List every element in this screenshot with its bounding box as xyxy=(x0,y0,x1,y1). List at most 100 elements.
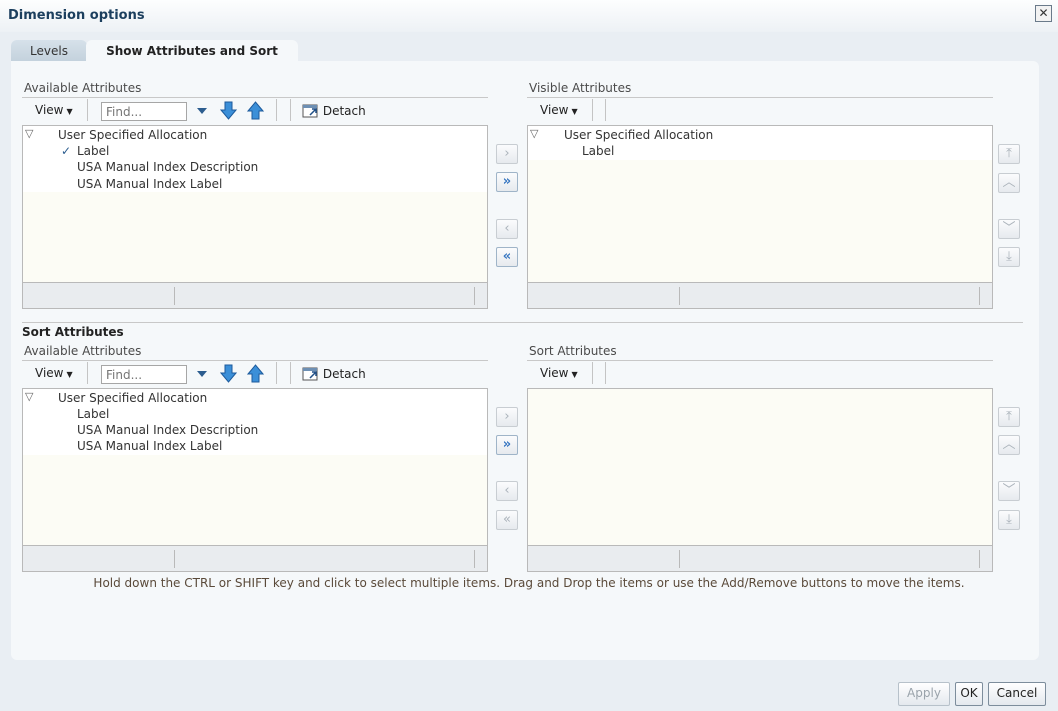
caret-down-icon: ▼ xyxy=(571,370,578,379)
list-item[interactable]: User Specified Allocation xyxy=(58,391,207,405)
list-item[interactable]: USA Manual Index Description xyxy=(77,423,258,437)
remove-selected-button[interactable]: ‹ xyxy=(496,219,518,239)
find-dropdown-icon[interactable] xyxy=(195,369,209,379)
list-item[interactable]: USA Manual Index Label xyxy=(77,439,222,453)
instruction-hint: Hold down the CTRL or SHIFT key and clic… xyxy=(93,576,965,590)
close-icon: ✕ xyxy=(1038,6,1049,20)
divider xyxy=(527,360,993,361)
move-up-arrow-icon[interactable] xyxy=(247,101,264,120)
view-label: View xyxy=(540,366,569,380)
visible-attributes-list[interactable]: ▽ User Specified Allocation Label xyxy=(527,125,993,283)
view-label: View xyxy=(35,103,64,117)
view-menu-button[interactable]: View ▼ xyxy=(540,103,578,117)
view-label: View xyxy=(35,366,64,380)
detach-label: Detach xyxy=(322,367,366,381)
status-divider xyxy=(979,550,980,568)
tab-show-attributes-and-sort[interactable]: Show Attributes and Sort xyxy=(86,40,298,62)
toolbar-separator xyxy=(276,99,277,121)
caret-down-icon: ▼ xyxy=(66,107,73,116)
expand-toggle-icon[interactable]: ▽ xyxy=(25,390,33,403)
tab-levels[interactable]: Levels xyxy=(11,40,87,62)
list-item[interactable]: Label xyxy=(77,407,109,421)
move-to-top-button[interactable]: ⤒ xyxy=(998,144,1020,164)
section-divider xyxy=(22,322,1023,323)
divider xyxy=(22,360,488,361)
view-menu-button[interactable]: View ▼ xyxy=(35,366,73,380)
move-all-button[interactable]: » xyxy=(496,172,518,192)
move-bottom-icon: ⤓ xyxy=(1006,512,1012,527)
detach-icon xyxy=(302,367,318,381)
remove-all-button[interactable]: « xyxy=(496,247,518,267)
move-to-top-button[interactable]: ⤒ xyxy=(998,407,1020,427)
move-to-bottom-button[interactable]: ⤓ xyxy=(998,247,1020,267)
move-all-button[interactable]: » xyxy=(496,435,518,455)
detach-icon xyxy=(302,104,318,118)
list-item[interactable]: USA Manual Index Description xyxy=(77,160,258,174)
expand-toggle-icon[interactable]: ▽ xyxy=(25,127,33,140)
list-status-bar xyxy=(22,546,488,572)
move-down-button[interactable]: ﹀ xyxy=(998,219,1020,239)
toolbar-separator xyxy=(276,362,277,384)
list-item[interactable]: User Specified Allocation xyxy=(564,128,713,142)
cancel-button[interactable]: Cancel xyxy=(988,682,1046,706)
toolbar-separator xyxy=(592,99,593,121)
close-button[interactable]: ✕ xyxy=(1035,5,1052,22)
move-down-arrow-icon[interactable] xyxy=(220,101,237,120)
toolbar-separator xyxy=(87,99,88,121)
status-divider xyxy=(174,550,175,568)
remove-selected-button[interactable]: ‹ xyxy=(496,481,518,501)
move-up-button[interactable]: ︿ xyxy=(998,173,1020,193)
available-attributes-list[interactable]: ▽ User Specified Allocation ✓ Label USA … xyxy=(22,125,488,283)
list-item[interactable]: USA Manual Index Label xyxy=(77,177,222,191)
apply-button[interactable]: Apply xyxy=(898,682,950,706)
list-item[interactable]: Label xyxy=(77,144,109,158)
list-status-bar xyxy=(22,283,488,309)
ok-button[interactable]: OK xyxy=(955,682,983,706)
chevron-up-icon: ︿ xyxy=(1002,437,1016,452)
toolbar-separator xyxy=(605,362,606,384)
check-icon: ✓ xyxy=(61,144,72,158)
dialog-titlebar: Dimension options ✕ xyxy=(0,0,1058,32)
detach-button[interactable]: Detach xyxy=(302,365,366,381)
list-status-bar xyxy=(527,283,993,309)
move-up-arrow-icon[interactable] xyxy=(247,364,264,383)
toolbar-separator xyxy=(87,362,88,384)
status-divider xyxy=(474,287,475,305)
sort-available-attributes-list[interactable]: ▽ User Specified Allocation Label USA Ma… xyxy=(22,388,488,546)
chevron-down-icon: ﹀ xyxy=(1002,221,1016,236)
find-dropdown-icon[interactable] xyxy=(195,106,209,116)
expand-toggle-icon[interactable]: ▽ xyxy=(530,127,538,140)
view-menu-button[interactable]: View ▼ xyxy=(540,366,578,380)
available-attributes-label: Available Attributes xyxy=(24,81,142,95)
find-input[interactable] xyxy=(101,365,187,384)
find-input[interactable] xyxy=(101,102,187,121)
list-item[interactable]: User Specified Allocation xyxy=(58,128,207,142)
remove-all-button[interactable]: « xyxy=(496,510,518,530)
chevron-left-icon: ‹ xyxy=(504,483,510,498)
divider xyxy=(22,97,488,98)
move-to-bottom-button[interactable]: ⤓ xyxy=(998,510,1020,530)
list-item[interactable]: Label xyxy=(582,144,614,158)
toolbar-separator xyxy=(605,99,606,121)
toolbar-separator xyxy=(290,362,291,384)
sort-attributes-list[interactable] xyxy=(527,388,993,546)
chevron-left-icon: ‹ xyxy=(504,221,510,236)
visible-attributes-label: Visible Attributes xyxy=(529,81,632,95)
move-selected-button[interactable]: › xyxy=(496,144,518,164)
detach-button[interactable]: Detach xyxy=(302,102,366,118)
view-menu-button[interactable]: View ▼ xyxy=(35,103,73,117)
move-selected-button[interactable]: › xyxy=(496,407,518,427)
move-up-button[interactable]: ︿ xyxy=(998,435,1020,455)
list-status-bar xyxy=(527,546,993,572)
toolbar-separator xyxy=(290,99,291,121)
chevron-right-icon: › xyxy=(504,409,510,424)
move-top-icon: ⤒ xyxy=(1006,146,1012,161)
divider xyxy=(527,97,993,98)
toolbar-separator xyxy=(592,362,593,384)
double-chevron-right-icon: » xyxy=(502,174,512,189)
move-down-button[interactable]: ﹀ xyxy=(998,481,1020,501)
dialog-title: Dimension options xyxy=(8,8,145,23)
move-down-arrow-icon[interactable] xyxy=(220,364,237,383)
sort-attributes-heading: Sort Attributes xyxy=(22,325,124,339)
double-chevron-right-icon: » xyxy=(502,437,512,452)
